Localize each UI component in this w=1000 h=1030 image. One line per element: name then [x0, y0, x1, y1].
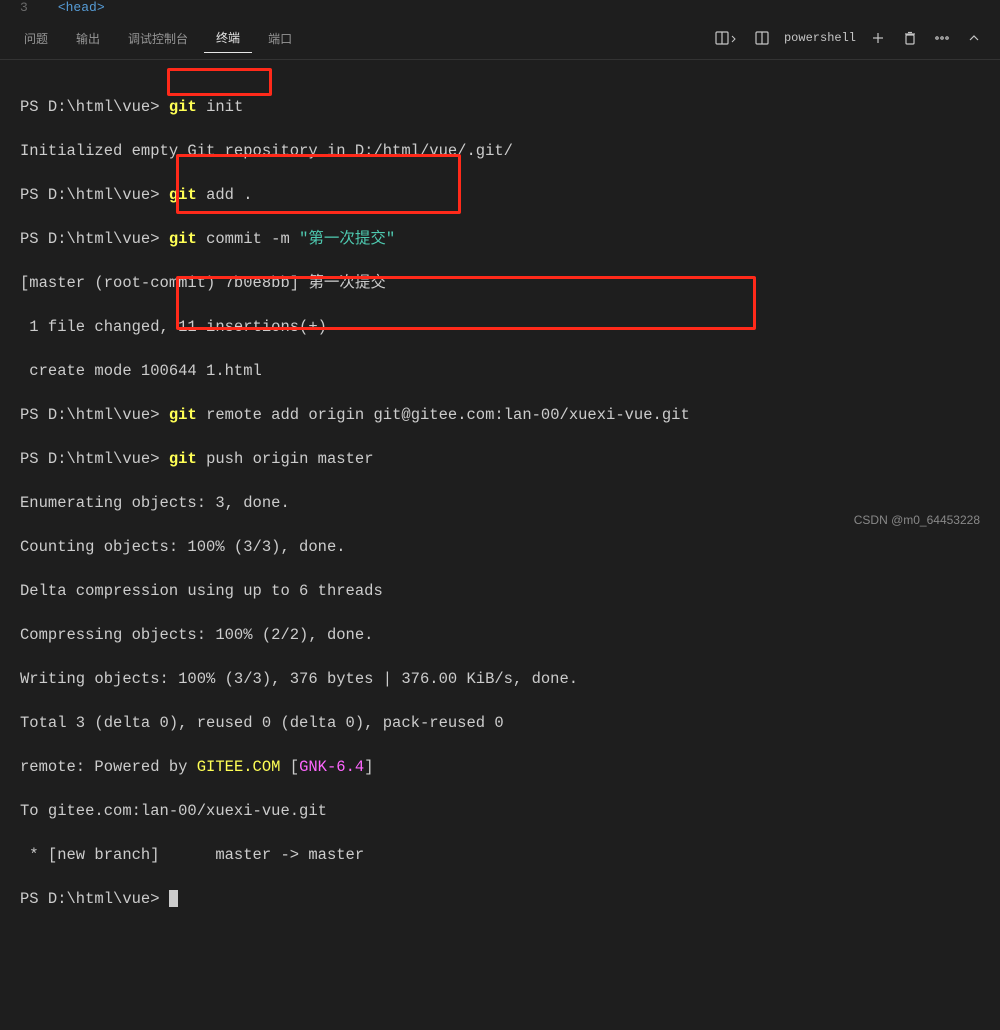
terminal-output[interactable]: PS D:\html\vue> git init Initialized emp…: [0, 60, 1000, 1030]
editor-peek: 3<head>: [0, 0, 1000, 17]
tab-debug-console[interactable]: 调试控制台: [116, 24, 200, 53]
git-keyword: git: [169, 98, 197, 116]
commit-message: "第一次提交": [299, 230, 395, 248]
output-line: Delta compression using up to 6 threads: [20, 580, 980, 602]
prompt: PS D:\html\vue>: [20, 406, 160, 424]
highlight-box: [167, 68, 272, 96]
tab-output[interactable]: 输出: [64, 24, 112, 53]
tab-ports[interactable]: 端口: [256, 24, 304, 53]
output-line: Initialized empty Git repository in D:/h…: [20, 140, 980, 162]
panel-tabs: 问题 输出 调试控制台 终端 端口 powershell: [0, 17, 1000, 60]
kill-terminal-icon[interactable]: [896, 26, 924, 50]
git-keyword: git: [169, 230, 197, 248]
output-line: * [new branch] master -> master: [20, 844, 980, 866]
output-line: Counting objects: 100% (3/3), done.: [20, 536, 980, 558]
output-line: Writing objects: 100% (3/3), 376 bytes |…: [20, 668, 980, 690]
output-line: Enumerating objects: 3, done.: [20, 492, 980, 514]
git-keyword: git: [169, 406, 197, 424]
more-icon[interactable]: [928, 26, 956, 50]
split-editor-icon[interactable]: [708, 26, 744, 50]
git-keyword: git: [169, 186, 197, 204]
new-terminal-icon[interactable]: [864, 26, 892, 50]
cursor-icon: [169, 890, 178, 907]
cmd-text: add .: [206, 186, 253, 204]
tab-problems[interactable]: 问题: [12, 24, 60, 53]
maximize-panel-icon[interactable]: [960, 26, 988, 50]
output-line: [master (root-commit) 7b0e8bb] 第一次提交: [20, 272, 980, 294]
output-line: Compressing objects: 100% (2/2), done.: [20, 624, 980, 646]
split-terminal-icon[interactable]: [748, 26, 776, 50]
prompt: PS D:\html\vue>: [20, 890, 160, 908]
shell-name[interactable]: powershell: [780, 31, 860, 45]
tab-terminal[interactable]: 终端: [204, 23, 252, 53]
output-line: Total 3 (delta 0), reused 0 (delta 0), p…: [20, 712, 980, 734]
prompt: PS D:\html\vue>: [20, 186, 160, 204]
cmd-text: commit -m: [206, 230, 299, 248]
output-line: 1 file changed, 11 insertions(+): [20, 316, 980, 338]
watermark: CSDN @m0_64453228: [854, 513, 980, 527]
git-keyword: git: [169, 450, 197, 468]
output-line: To gitee.com:lan-00/xuexi-vue.git: [20, 800, 980, 822]
output-line: create mode 100644 1.html: [20, 360, 980, 382]
output-line: remote: Powered by GITEE.COM [GNK-6.4]: [20, 756, 980, 778]
cmd-text: init: [206, 98, 243, 116]
prompt: PS D:\html\vue>: [20, 230, 160, 248]
prompt: PS D:\html\vue>: [20, 450, 160, 468]
cmd-text: remote add origin git@gitee.com:lan-00/x…: [206, 406, 690, 424]
cmd-text: push origin master: [206, 450, 373, 468]
prompt: PS D:\html\vue>: [20, 98, 160, 116]
